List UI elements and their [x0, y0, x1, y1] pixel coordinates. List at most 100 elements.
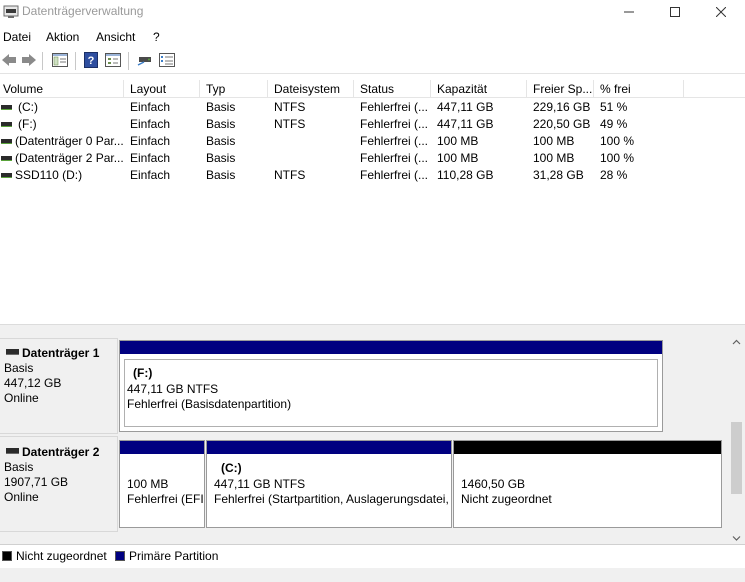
properties-button[interactable]	[104, 53, 122, 70]
svg-text:?: ?	[88, 55, 95, 67]
menu-bar: Datei Aktion Ansicht ?	[0, 27, 745, 47]
volume-icon	[1, 105, 12, 110]
partition-f[interactable]: (F:) 447,11 GB NTFS Fehlerfrei (Basisdat…	[119, 340, 663, 432]
table-row[interactable]: (C:) Einfach Basis NTFS Fehlerfrei (... …	[0, 99, 700, 116]
disk-name: Datenträger 2	[22, 445, 100, 459]
cell-percent-free: 100 %	[600, 134, 635, 148]
cell-filesystem: NTFS	[274, 117, 306, 131]
console-tree-button[interactable]	[51, 53, 69, 70]
partition-efi[interactable]: 100 MB Fehlerfrei (EFI	[119, 440, 205, 528]
cell-volume: SSD110 (D:)	[15, 168, 83, 182]
volume-icon	[1, 173, 12, 178]
partition-status: Fehlerfrei (Startpartition, Auslagerungs…	[214, 492, 449, 506]
pane-splitter[interactable]	[0, 324, 745, 332]
cell-filesystem: NTFS	[274, 100, 306, 114]
cell-type: Basis	[206, 134, 236, 148]
cell-volume: (C:)	[18, 100, 38, 114]
cell-percent-free: 49 %	[600, 117, 628, 131]
partition-status: Fehlerfrei (EFI	[127, 492, 204, 506]
menu-help[interactable]: ?	[153, 30, 160, 44]
cell-capacity: 100 MB	[437, 134, 479, 148]
scroll-up-icon[interactable]	[732, 336, 741, 345]
volume-icon	[1, 156, 12, 161]
disk-view-scrollbar[interactable]	[728, 332, 745, 544]
status-bar	[0, 568, 745, 582]
disk-name: Datenträger 1	[22, 346, 100, 360]
partition-size: 1460,50 GB	[461, 477, 526, 491]
volume-icon	[1, 139, 12, 144]
partition-color-bar	[454, 441, 721, 454]
partition-c[interactable]: (C:) 447,11 GB NTFS Fehlerfrei (Startpar…	[206, 440, 452, 528]
settings-list-button[interactable]	[158, 53, 176, 70]
column-header-free-space[interactable]: Freier Sp...	[527, 80, 594, 98]
cell-layout: Einfach	[130, 134, 171, 148]
table-row[interactable]: SSD110 (D:) Einfach Basis NTFS Fehlerfre…	[0, 167, 700, 184]
cell-percent-free: 100 %	[600, 151, 635, 165]
volume-list: Volume Layout Typ Dateisystem Status Kap…	[0, 80, 745, 324]
connect-icon	[137, 53, 153, 70]
column-header-layout[interactable]: Layout	[124, 80, 200, 98]
column-header-filesystem[interactable]: Dateisystem	[268, 80, 354, 98]
legend-swatch-primary	[115, 551, 125, 561]
partition-unallocated[interactable]: 1460,50 GB Nicht zugeordnet	[453, 440, 722, 528]
table-row[interactable]: (Datenträger 0 Par... Einfach Basis Fehl…	[0, 133, 700, 150]
scrollbar-thumb[interactable]	[731, 422, 742, 494]
properties-icon	[105, 53, 121, 70]
disk-management-icon	[3, 5, 19, 19]
back-button[interactable]	[0, 53, 18, 70]
column-header-capacity[interactable]: Kapazität	[431, 80, 527, 98]
cell-status: Fehlerfrei (...	[360, 168, 429, 182]
disk-2-info[interactable]: Datenträger 2 Basis 1907,71 GB Online	[0, 436, 118, 532]
partition-status: Nicht zugeordnet	[461, 492, 552, 506]
column-header-volume[interactable]: Volume	[0, 80, 124, 98]
close-button[interactable]	[698, 0, 744, 25]
column-header-status[interactable]: Status	[354, 80, 431, 98]
column-header-percent-free[interactable]: % frei	[594, 80, 684, 98]
table-row[interactable]: (F:) Einfach Basis NTFS Fehlerfrei (... …	[0, 116, 700, 133]
cell-free-space: 31,28 GB	[533, 168, 584, 182]
cell-capacity: 447,11 GB	[437, 100, 494, 114]
cell-volume: (F:)	[18, 117, 37, 131]
disk-type: Basis	[4, 460, 34, 474]
connect-button[interactable]	[136, 53, 154, 70]
table-row[interactable]: (Datenträger 2 Par... Einfach Basis Fehl…	[0, 150, 700, 167]
cell-layout: Einfach	[130, 151, 171, 165]
cell-volume: (Datenträger 0 Par...	[15, 134, 124, 148]
window-title: Datenträgerverwaltung	[22, 4, 144, 18]
cell-capacity: 447,11 GB	[437, 117, 494, 131]
column-header-type[interactable]: Typ	[200, 80, 268, 98]
partition-body: (F:) 447,11 GB NTFS Fehlerfrei (Basisdat…	[124, 359, 658, 427]
cell-free-space: 220,50 GB	[533, 117, 591, 131]
disk-1-info[interactable]: Datenträger 1 Basis 447,12 GB Online	[0, 338, 118, 434]
partition-label: (F:)	[133, 366, 153, 380]
partition-size: 100 MB	[127, 477, 169, 491]
menu-aktion[interactable]: Aktion	[46, 30, 79, 44]
forward-button[interactable]	[20, 53, 38, 70]
toolbar-separator	[75, 52, 76, 70]
cell-volume: (Datenträger 2 Par...	[15, 151, 124, 165]
disk-size: 447,12 GB	[4, 376, 62, 390]
volume-icon	[1, 122, 12, 127]
cell-layout: Einfach	[130, 168, 171, 182]
minimize-button[interactable]	[606, 0, 652, 25]
maximize-button[interactable]	[652, 0, 698, 25]
partition-size: 447,11 GB NTFS	[214, 477, 306, 491]
title-bar: Datenträgerverwaltung	[0, 0, 745, 25]
close-icon	[715, 6, 727, 20]
cell-layout: Einfach	[130, 117, 171, 131]
menu-datei[interactable]: Datei	[3, 30, 31, 44]
scroll-down-icon[interactable]	[732, 532, 741, 541]
partition-color-bar	[120, 441, 204, 454]
menu-ansicht[interactable]: Ansicht	[96, 30, 135, 44]
cell-type: Basis	[206, 151, 236, 165]
disk-icon	[6, 349, 19, 355]
back-icon	[1, 53, 17, 70]
cell-capacity: 100 MB	[437, 151, 479, 165]
legend-swatch-unallocated	[2, 551, 12, 561]
cell-status: Fehlerfrei (...	[360, 100, 429, 114]
partition-color-bar	[120, 341, 662, 354]
cell-status: Fehlerfrei (...	[360, 134, 429, 148]
cell-layout: Einfach	[130, 100, 171, 114]
disk-type: Basis	[4, 361, 34, 375]
help-button[interactable]: ?	[82, 52, 100, 70]
